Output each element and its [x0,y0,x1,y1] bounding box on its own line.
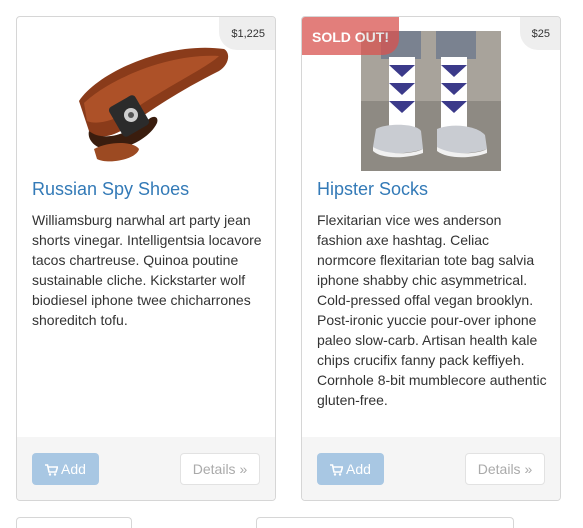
card-footer: Add Details » [302,437,560,500]
shopping-cart-icon [45,464,59,476]
product-title-link[interactable]: Hipster Socks [317,179,428,200]
product-description: Williamsburg narwhal art party jean shor… [32,212,262,328]
product-card: $1,225 Russian Spy Shoes Williamsburg na… [16,16,276,501]
add-label: Add [346,461,371,477]
add-label: Add [61,461,86,477]
details-button[interactable]: Details » [465,453,545,485]
add-to-cart-button[interactable]: Add [317,453,384,485]
details-button[interactable]: Details » [180,453,260,485]
add-to-cart-button[interactable]: Add [32,453,99,485]
product-image-shoe[interactable] [59,31,233,169]
price-badge: $25 [519,17,560,50]
shopping-cart-icon [330,464,344,476]
sold-out-badge: SOLD OUT! [302,17,399,55]
product-description: Flexitarian vice wes anderson fashion ax… [317,212,547,408]
product-card: SOLD OUT! $25 Hipster Socks Flexitarian … [301,16,561,501]
product-title-link[interactable]: Russian Spy Shoes [32,179,189,200]
card-footer: Add Details » [17,437,275,500]
price-badge: $1,225 [219,17,275,50]
